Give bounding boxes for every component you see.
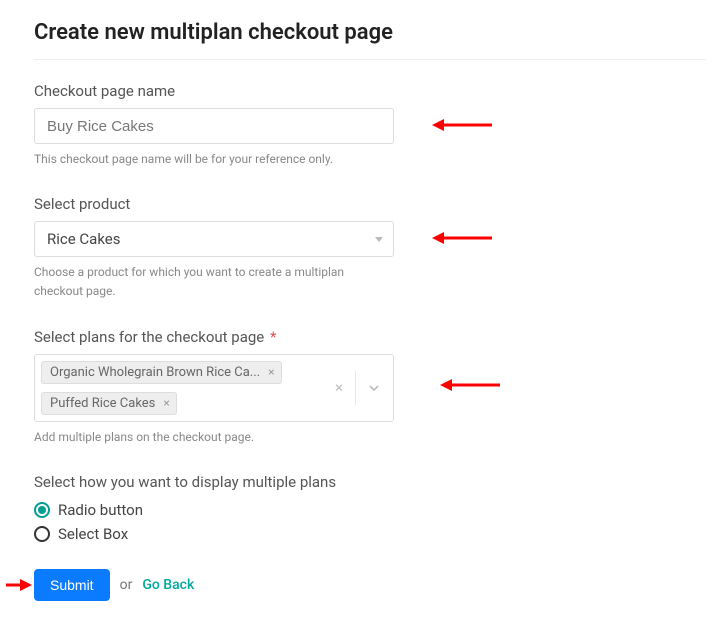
annotation-arrow-icon bbox=[432, 231, 492, 245]
radio-option-label: Radio button bbox=[58, 501, 143, 519]
select-product-value: Rice Cakes bbox=[47, 230, 121, 248]
radio-indicator-icon bbox=[34, 502, 50, 518]
select-plans-help: Add multiple plans on the checkout page. bbox=[34, 428, 394, 447]
plan-tag: Organic Wholegrain Brown Rice Ca... × bbox=[41, 361, 282, 384]
select-product-help: Choose a product for which you want to c… bbox=[34, 263, 394, 301]
select-product-dropdown[interactable]: Rice Cakes bbox=[34, 221, 394, 257]
annotation-arrow-icon bbox=[432, 118, 492, 132]
radio-option-label: Select Box bbox=[58, 525, 128, 543]
clear-all-icon[interactable]: × bbox=[335, 380, 343, 395]
select-product-group: Select product Rice Cakes Choose a produ… bbox=[34, 195, 706, 301]
submit-button[interactable]: Submit bbox=[34, 569, 110, 601]
select-plans-label: Select plans for the checkout page * bbox=[34, 328, 706, 346]
remove-tag-icon[interactable]: × bbox=[268, 365, 274, 379]
remove-tag-icon[interactable]: × bbox=[163, 396, 169, 410]
display-mode-group: Select how you want to display multiple … bbox=[34, 473, 706, 543]
display-mode-label: Select how you want to display multiple … bbox=[34, 473, 706, 491]
select-plans-group: Select plans for the checkout page * Org… bbox=[34, 328, 706, 447]
form-actions: Submit or Go Back bbox=[34, 569, 706, 601]
caret-down-icon bbox=[375, 237, 383, 242]
display-mode-radio-group: Radio button Select Box bbox=[34, 501, 706, 543]
annotation-arrow-icon bbox=[440, 378, 500, 392]
divider bbox=[34, 59, 706, 60]
select-product-label: Select product bbox=[34, 195, 706, 213]
page-title: Create new multiplan checkout page bbox=[34, 20, 706, 45]
go-back-link[interactable]: Go Back bbox=[142, 577, 194, 593]
checkout-name-group: Checkout page name This checkout page na… bbox=[34, 82, 706, 169]
plan-tag: Puffed Rice Cakes × bbox=[41, 392, 177, 415]
radio-option-radio-button[interactable]: Radio button bbox=[34, 501, 706, 519]
plan-tag-label: Puffed Rice Cakes bbox=[50, 396, 155, 411]
required-asterisk: * bbox=[270, 328, 276, 346]
chevron-down-icon[interactable] bbox=[367, 381, 381, 395]
select-plans-label-text: Select plans for the checkout page bbox=[34, 328, 264, 346]
plan-tag-label: Organic Wholegrain Brown Rice Ca... bbox=[50, 365, 260, 380]
selected-plan-tags: Organic Wholegrain Brown Rice Ca... × Pu… bbox=[35, 355, 355, 421]
checkout-name-label: Checkout page name bbox=[34, 82, 706, 100]
checkout-name-input[interactable] bbox=[34, 108, 394, 144]
or-text: or bbox=[120, 577, 133, 593]
select-plans-multiselect[interactable]: Organic Wholegrain Brown Rice Ca... × Pu… bbox=[34, 354, 394, 422]
annotation-arrow-icon bbox=[6, 577, 32, 591]
radio-indicator-icon bbox=[34, 526, 50, 542]
radio-option-select-box[interactable]: Select Box bbox=[34, 525, 706, 543]
checkout-name-help: This checkout page name will be for your… bbox=[34, 150, 394, 169]
